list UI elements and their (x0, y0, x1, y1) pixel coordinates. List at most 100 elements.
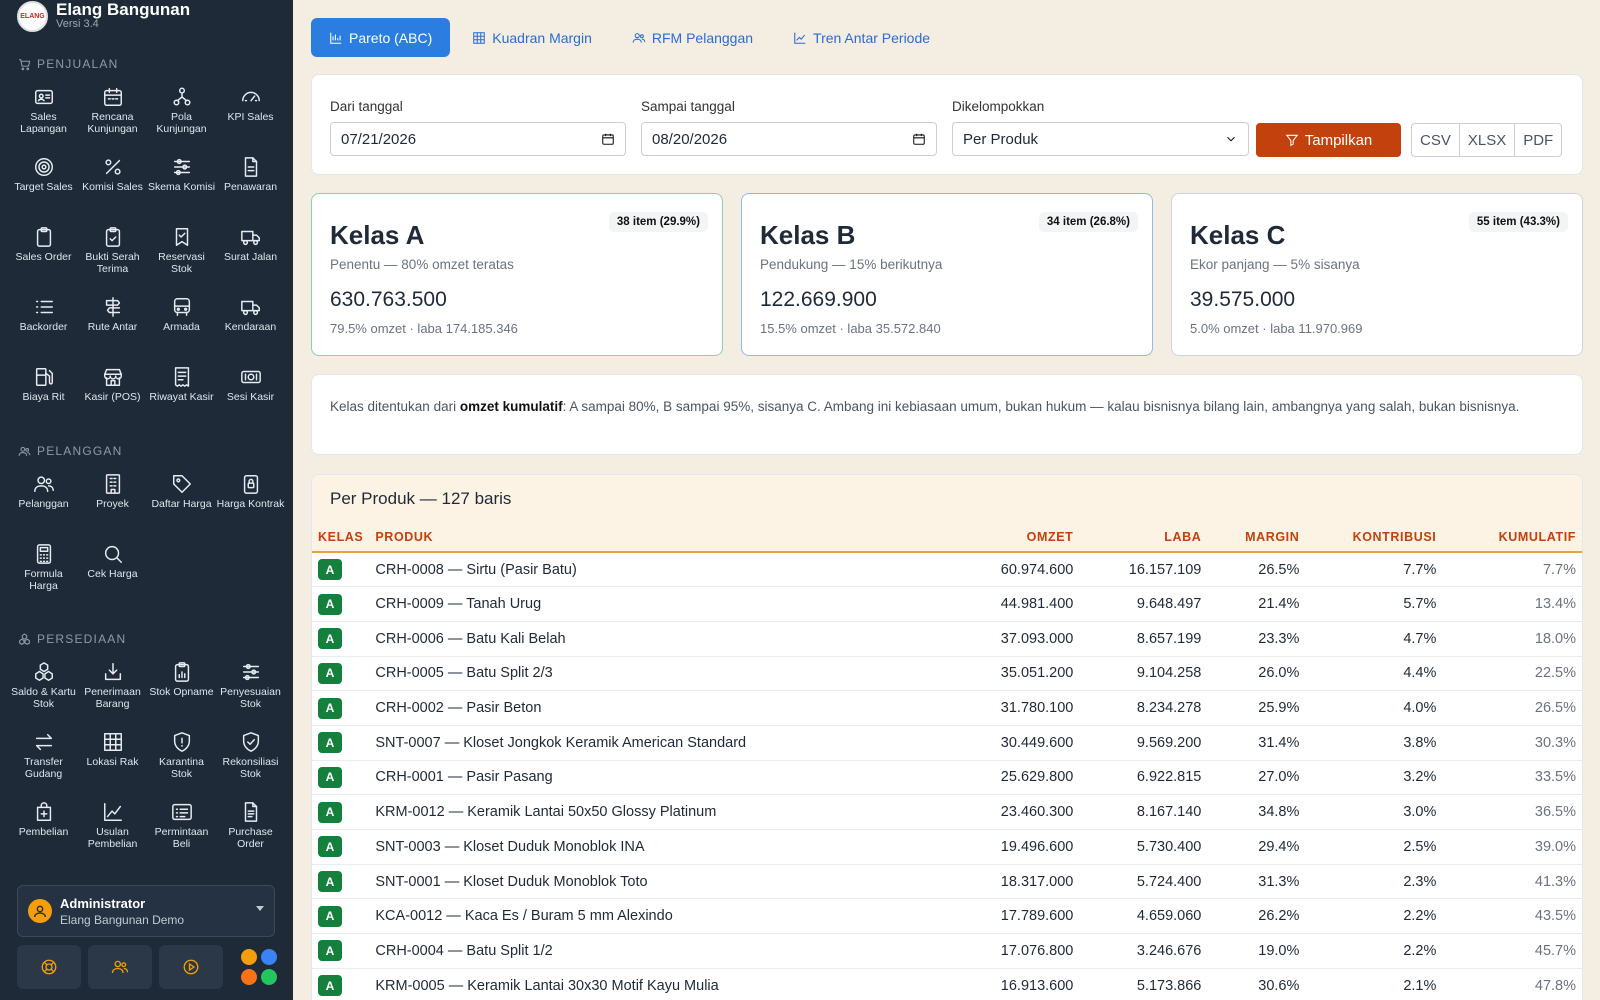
tour-button[interactable] (159, 945, 223, 989)
sidebar-item-surat-jalan[interactable]: Surat Jalan (216, 218, 285, 288)
sidebar-item-komisi-sales[interactable]: Komisi Sales (78, 148, 147, 218)
cell-kelas: A (312, 760, 370, 796)
table-row[interactable]: A SNT-0001 — Kloset Duduk Monoblok Toto 18… (312, 864, 1582, 900)
table-row[interactable]: A SNT-0007 — Kloset Jongkok Keramik Ameri… (312, 725, 1582, 761)
team-button[interactable] (88, 945, 152, 989)
cell-produk: CRH-0002 — Pasir Beton (369, 690, 930, 726)
brand[interactable]: ELANG Elang Bangunan Versi 3.4 (17, 0, 190, 32)
sidebar-item-label: Harga Kontrak (216, 498, 285, 510)
sidebar-item-sesi-kasir[interactable]: Sesi Kasir (216, 358, 285, 428)
cell-kumulatif: 43.5% (1442, 898, 1582, 935)
sidebar-item-penerimaan-barang[interactable]: Penerimaan Barang (78, 653, 147, 723)
sidebar-item-saldo-kartu-stok[interactable]: Saldo & Kartu Stok (9, 653, 78, 723)
sidebar-item-biaya-rit[interactable]: Biaya Rit (9, 358, 78, 428)
help-button[interactable] (17, 945, 81, 989)
cell-kelas: A (312, 898, 370, 935)
table-row[interactable]: A CRH-0001 — Pasir Pasang 25.629.800 6.922.… (312, 760, 1582, 796)
sidebar-item-permintaan-beli[interactable]: Permintaan Beli (147, 793, 216, 863)
table-row[interactable]: A KCA-0012 — Kaca Es / Buram 5 mm Alexind… (312, 898, 1582, 935)
theme-dot[interactable] (261, 949, 277, 965)
cell-kontribusi: 2.1% (1305, 968, 1443, 1000)
sidebar-item-pembelian[interactable]: Pembelian (9, 793, 78, 863)
table-row[interactable]: A CRH-0008 — Sirtu (Pasir Batu) 60.974.600… (312, 552, 1582, 588)
theme-dot[interactable] (241, 949, 257, 965)
col-kelas[interactable]: KELAS (312, 522, 370, 553)
table-row[interactable]: A CRH-0006 — Batu Kali Belah 37.093.000 8.6… (312, 621, 1582, 657)
calendar-icon (602, 133, 614, 145)
export-xlsx-button[interactable]: XLSX (1460, 124, 1516, 156)
export-csv-button[interactable]: CSV (1412, 124, 1460, 156)
sidebar-item-rekonsiliasi-stok[interactable]: Rekonsiliasi Stok (216, 723, 285, 793)
tab-kuadran-margin[interactable]: Kuadran Margin (454, 18, 610, 57)
sidebar-item-skema-komisi[interactable]: Skema Komisi (147, 148, 216, 218)
sidebar-item-stok-opname[interactable]: Stok Opname (147, 653, 216, 723)
sidebar-item-backorder[interactable]: Backorder (9, 288, 78, 358)
sidebar-item-purchase-order[interactable]: Purchase Order (216, 793, 285, 863)
percent-icon (104, 159, 121, 175)
sidebar-item-lokasi-rak[interactable]: Lokasi Rak (78, 723, 147, 793)
to-date-input[interactable]: 08/20/2026 (641, 122, 937, 156)
tab-pareto[interactable]: Pareto (ABC) (311, 18, 451, 57)
class-badge: A (318, 732, 342, 754)
theme-switcher[interactable] (236, 945, 284, 989)
sidebar-item-proyek[interactable]: Proyek (78, 465, 147, 535)
sidebar-item-label: Permintaan Beli (154, 826, 209, 850)
sidebar-item-rute-antar[interactable]: Rute Antar (78, 288, 147, 358)
sidebar-item-cek-harga[interactable]: Cek Harga (78, 535, 147, 605)
theme-dot[interactable] (241, 969, 257, 985)
sidebar-item-transfer-gudang[interactable]: Transfer Gudang (9, 723, 78, 793)
receipt-icon (174, 367, 189, 387)
sidebar-item-harga-kontrak[interactable]: Harga Kontrak (216, 465, 285, 535)
cell-omzet: 23.460.300 (929, 794, 1080, 830)
class-description: Ekor panjang — 5% sisanya (1190, 257, 1360, 272)
clipboard-chart-icon (174, 662, 189, 682)
col-produk[interactable]: PRODUK (369, 522, 930, 553)
table-row[interactable]: A SNT-0003 — Kloset Duduk Monoblok INA 19.… (312, 829, 1582, 865)
sidebar-item-sales-lapangan[interactable]: Sales Lapangan (9, 78, 78, 148)
shield-check-icon (242, 732, 259, 752)
table-row[interactable]: A CRH-0004 — Batu Split 1/2 17.076.800 3.24… (312, 933, 1582, 969)
group-by-select[interactable]: Per Produk (952, 122, 1249, 156)
table-row[interactable]: A CRH-0005 — Batu Split 2/3 35.051.200 9.10… (312, 656, 1582, 692)
show-button[interactable]: Tampilkan (1256, 123, 1401, 157)
table-row[interactable]: A KRM-0012 — Keramik Lantai 50x50 Glossy … (312, 794, 1582, 830)
filter-icon (1285, 134, 1299, 147)
filter-panel: Dari tanggal 07/21/2026 Sampai tanggal 0… (311, 74, 1583, 175)
sidebar-item-kendaraan[interactable]: Kendaraan (216, 288, 285, 358)
sidebar-item-daftar-harga[interactable]: Daftar Harga (147, 465, 216, 535)
tab-rfm-pelanggan[interactable]: RFM Pelanggan (614, 18, 771, 57)
theme-dot[interactable] (261, 969, 277, 985)
sidebar-item-karantina-stok[interactable]: Karantina Stok (147, 723, 216, 793)
sidebar-item-formula-harga[interactable]: Formula Harga (9, 535, 78, 605)
col-margin[interactable]: MARGIN (1207, 522, 1306, 553)
sidebar-item-target-sales[interactable]: Target Sales (9, 148, 78, 218)
table-row[interactable]: A KRM-0005 — Keramik Lantai 30x30 Motif K… (312, 968, 1582, 1000)
sidebar-item-bukti-serah-terima[interactable]: Bukti Serah Terima (78, 218, 147, 288)
sidebar-item-pelanggan[interactable]: Pelanggan (9, 465, 78, 535)
sidebar-item-rencana-kunjungan[interactable]: Rencana Kunjungan (78, 78, 147, 148)
sidebar-item-usulan-pembelian[interactable]: Usulan Pembelian (78, 793, 147, 863)
col-omzet[interactable]: OMZET (929, 522, 1080, 553)
from-date-input[interactable]: 07/21/2026 (330, 122, 626, 156)
col-kontribusi[interactable]: KONTRIBUSI (1305, 522, 1443, 553)
sidebar-item-penyesuaian-stok[interactable]: Penyesuaian Stok (216, 653, 285, 723)
sidebar-item-sales-order[interactable]: Sales Order (9, 218, 78, 288)
class-badge: A (318, 593, 342, 615)
col-kumulatif[interactable]: KUMULATIF (1442, 522, 1582, 553)
table-row[interactable]: A CRH-0009 — Tanah Urug 44.981.400 9.648.49… (312, 586, 1582, 622)
export-pdf-button[interactable]: PDF (1515, 124, 1561, 156)
sidebar-item-pola-kunjungan[interactable]: Pola Kunjungan (147, 78, 216, 148)
sidebar-item-kasir-pos[interactable]: Kasir (POS) (78, 358, 147, 428)
sidebar-item-reservasi-stok[interactable]: Reservasi Stok (147, 218, 216, 288)
user-menu[interactable]: Administrator Elang Bangunan Demo (17, 885, 275, 937)
sidebar-item-armada[interactable]: Armada (147, 288, 216, 358)
sidebar-item-label: Rencana Kunjungan (87, 111, 138, 135)
cell-margin: 26.0% (1207, 656, 1306, 692)
col-laba[interactable]: LABA (1079, 522, 1208, 553)
tab-tren-antar-periode[interactable]: Tren Antar Periode (775, 18, 948, 57)
table-row[interactable]: A CRH-0002 — Pasir Beton 31.780.100 8.234.2… (312, 690, 1582, 726)
sidebar-item-riwayat-kasir[interactable]: Riwayat Kasir (147, 358, 216, 428)
sidebar-item-kpi-sales[interactable]: KPI Sales (216, 78, 285, 148)
group-by-group: Dikelompokkan Per Produk (952, 99, 1249, 156)
sidebar-item-penawaran[interactable]: Penawaran (216, 148, 285, 218)
